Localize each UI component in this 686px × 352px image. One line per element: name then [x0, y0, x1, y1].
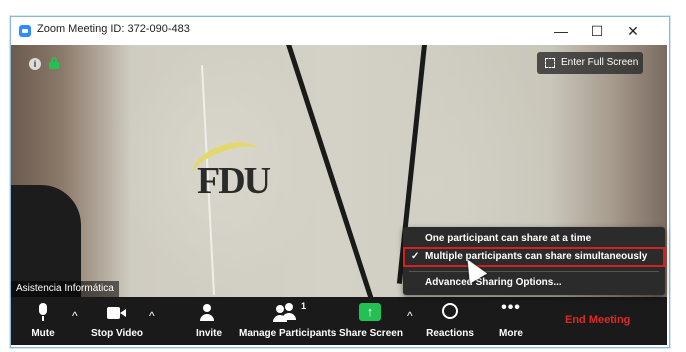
invite-button[interactable]: Invite: [189, 297, 229, 345]
share-screen-button[interactable]: Share Screen: [339, 297, 403, 345]
more-button[interactable]: ••• More: [491, 297, 531, 345]
menu-item-label: One participant can share at a time: [425, 233, 592, 244]
menu-divider: [409, 271, 659, 272]
lock-icon[interactable]: [49, 57, 59, 69]
menu-item-one-participant[interactable]: One participant can share at a time: [403, 229, 665, 249]
mute-label: Mute: [31, 328, 55, 339]
stop-video-label: Stop Video: [90, 328, 144, 339]
menu-item-label: Advanced Sharing Options...: [425, 277, 562, 288]
window-title: Zoom Meeting ID: 372-090-483: [37, 23, 190, 35]
audio-options-caret[interactable]: ^: [72, 309, 78, 323]
mic-icon: [33, 303, 53, 323]
participants-icon: [273, 303, 296, 323]
enter-full-screen-button[interactable]: Enter Full Screen: [537, 52, 643, 74]
zoom-app-icon: [19, 25, 31, 37]
minimize-button[interactable]: —: [547, 20, 575, 42]
share-options-caret[interactable]: ^: [407, 309, 413, 323]
stop-video-button[interactable]: Stop Video: [89, 297, 145, 345]
more-label: More: [499, 328, 523, 339]
fullscreen-label: Enter Full Screen: [561, 57, 639, 68]
participant-name-tag: Asistencia Informática: [11, 281, 119, 297]
manage-participants-button[interactable]: 1 Manage Participants: [239, 297, 337, 345]
reactions-label: Reactions: [426, 328, 474, 339]
end-meeting-button[interactable]: End Meeting: [565, 314, 630, 326]
close-button[interactable]: ✕: [619, 20, 647, 42]
mute-button[interactable]: Mute: [23, 297, 63, 345]
shirt-logo: FDU: [186, 125, 301, 215]
reactions-button[interactable]: Reactions: [425, 297, 475, 345]
checkmark-icon: ✓: [411, 251, 420, 262]
menu-item-multiple-participants[interactable]: ✓ Multiple participants can share simult…: [403, 247, 665, 267]
maximize-button[interactable]: ☐: [583, 20, 611, 42]
reactions-icon: [442, 303, 458, 319]
invite-label: Invite: [195, 328, 223, 339]
share-options-menu: One participant can share at a time ✓ Mu…: [403, 227, 665, 295]
logo-text: FDU: [197, 160, 271, 202]
share-screen-label: Share Screen: [339, 328, 403, 339]
title-bar: Zoom Meeting ID: 372-090-483 — ☐ ✕: [11, 17, 667, 45]
participant-count: 1: [301, 301, 307, 311]
video-options-caret[interactable]: ^: [149, 309, 155, 323]
menu-item-advanced-sharing[interactable]: Advanced Sharing Options...: [403, 273, 665, 293]
meeting-toolbar: Mute ^ Stop Video ^ Invite 1 Manage Part…: [11, 297, 667, 345]
invite-icon: [199, 303, 219, 323]
share-screen-icon: [359, 303, 381, 321]
more-icon: •••: [501, 299, 521, 316]
lock-body: [49, 62, 59, 69]
info-icon[interactable]: i: [29, 58, 41, 70]
camera-icon: [107, 303, 127, 323]
manage-participants-label: Manage Participants: [239, 328, 337, 339]
fullscreen-icon: [545, 58, 555, 68]
